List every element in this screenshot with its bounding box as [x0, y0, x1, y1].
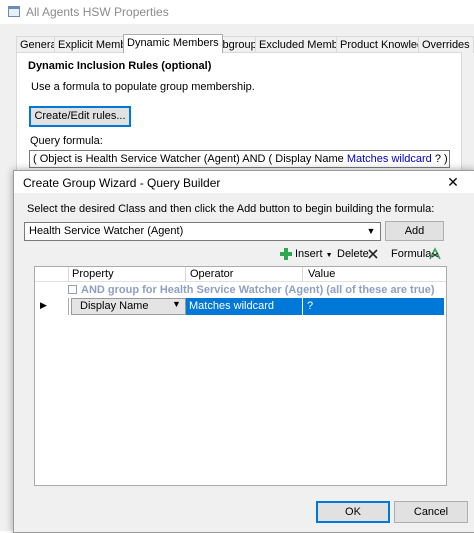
insert-plus-icon — [280, 248, 292, 260]
query-builder-dialog: Create Group Wizard - Query Builder ✕ Se… — [13, 170, 474, 533]
row-pointer-icon: ▶ — [40, 300, 47, 310]
class-select-value: Health Service Watcher (Agent) — [29, 225, 184, 237]
table-row[interactable]: ▶ Display Name ▼ Matches wildcard ? — [35, 298, 446, 315]
tab-overrides[interactable]: Overrides — [418, 36, 474, 53]
group-row[interactable]: AND group for Health Service Watcher (Ag… — [35, 282, 446, 297]
formula-icon[interactable] — [428, 247, 442, 261]
properties-title: All Agents HSW Properties — [26, 5, 169, 19]
column-divider[interactable] — [302, 267, 303, 281]
delete-button[interactable]: Delete — [337, 248, 369, 260]
query-formula-suffix: ? ) AND True ) — [434, 153, 449, 165]
grid-header: Property Operator Value — [35, 267, 446, 282]
property-dropdown[interactable]: Display Name ▼ — [71, 298, 186, 315]
value-text: ? — [307, 300, 314, 312]
column-header-value[interactable]: Value — [308, 268, 335, 280]
ok-button[interactable]: OK — [316, 501, 390, 523]
formula-grid[interactable]: Property Operator Value AND group for He… — [34, 266, 447, 486]
insert-label: Insert — [295, 248, 323, 260]
property-value: Display Name — [80, 300, 149, 312]
section-heading: Dynamic Inclusion Rules (optional) — [28, 60, 212, 72]
operator-value: Matches wildcard — [189, 300, 274, 312]
query-formula-field[interactable]: ( Object is Health Service Watcher (Agen… — [29, 150, 450, 168]
tab-dynamic-members[interactable]: Dynamic Members — [123, 34, 223, 53]
chevron-down-icon: ▼ — [325, 252, 333, 259]
query-builder-titlebar: Create Group Wizard - Query Builder ✕ — [14, 171, 474, 193]
query-formula-highlight: Matches wildcard — [346, 153, 432, 165]
collapse-toggle-icon[interactable] — [68, 285, 77, 294]
group-row-label: AND group for Health Service Watcher (Ag… — [81, 284, 435, 296]
operator-cell[interactable]: Matches wildcard — [186, 298, 302, 315]
column-header-property[interactable]: Property — [72, 268, 114, 280]
instruction-text: Select the desired Class and then click … — [27, 203, 435, 215]
query-formula-prefix: ( Object is Health Service Watcher (Agen… — [33, 153, 347, 165]
close-icon[interactable]: ✕ — [435, 172, 471, 192]
column-divider[interactable] — [185, 267, 186, 281]
class-select[interactable]: Health Service Watcher (Agent) ▼ — [24, 222, 381, 241]
query-formula-label: Query formula: — [30, 135, 103, 147]
value-cell[interactable]: ? — [303, 298, 444, 315]
delete-x-icon[interactable] — [368, 249, 378, 259]
column-header-operator[interactable]: Operator — [190, 268, 233, 280]
formula-button[interactable]: Formula — [391, 248, 431, 260]
formula-label: Formula — [391, 248, 432, 260]
cancel-button[interactable]: Cancel — [394, 501, 468, 523]
formula-toolbar: Insert ▼ Delete Formula — [34, 244, 474, 266]
window-icon — [8, 6, 20, 17]
dropdown-arrow-icon: ▼ — [366, 226, 376, 236]
create-edit-rules-button[interactable]: Create/Edit rules... — [29, 106, 131, 127]
column-divider[interactable] — [68, 267, 69, 281]
properties-titlebar: All Agents HSW Properties — [0, 0, 474, 24]
delete-label: Delete — [337, 248, 369, 260]
dropdown-arrow-icon: ▼ — [172, 299, 181, 309]
section-description: Use a formula to populate group membersh… — [31, 81, 255, 93]
query-builder-title: Create Group Wizard - Query Builder — [23, 176, 221, 190]
add-button[interactable]: Add — [385, 221, 444, 241]
insert-button[interactable]: Insert ▼ — [295, 248, 333, 260]
row-selector[interactable]: ▶ — [35, 298, 69, 315]
